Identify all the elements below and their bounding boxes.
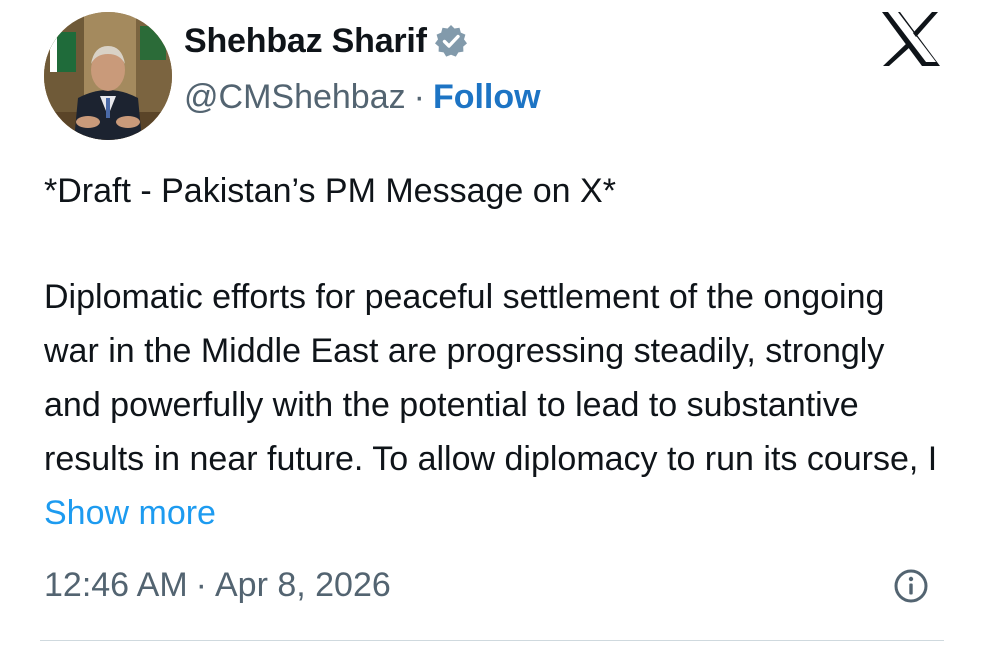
tweet-date: Apr 8, 2026 bbox=[214, 565, 391, 604]
author-name-row: Shehbaz Sharif bbox=[184, 18, 469, 64]
info-icon[interactable] bbox=[893, 568, 929, 604]
tweet-body-text: Diplomatic efforts for peaceful settleme… bbox=[44, 278, 938, 478]
tweet-card: Shehbaz Sharif @CMShehbaz · Follow *Draf… bbox=[0, 0, 998, 659]
author-handle-row: @CMShehbaz · Follow bbox=[184, 74, 541, 120]
show-more-link[interactable]: Show more bbox=[44, 494, 216, 532]
author-display-name[interactable]: Shehbaz Sharif bbox=[184, 22, 427, 61]
tweet-time: 12:46 AM bbox=[44, 565, 188, 604]
divider bbox=[40, 640, 944, 641]
x-logo-icon[interactable] bbox=[880, 10, 942, 68]
timestamp-separator: · bbox=[195, 565, 207, 604]
avatar[interactable] bbox=[44, 12, 172, 140]
tweet-draft-line: *Draft - Pakistan’s PM Message on X* bbox=[44, 172, 616, 210]
tweet-timestamp[interactable]: 12:46 AM · Apr 8, 2026 bbox=[44, 560, 391, 610]
handle-separator: · bbox=[413, 77, 425, 116]
author-handle[interactable]: @CMShehbaz bbox=[184, 78, 406, 117]
follow-button[interactable]: Follow bbox=[433, 78, 541, 117]
avatar-photo bbox=[44, 12, 172, 140]
tweet-body: Diplomatic efforts for peaceful settleme… bbox=[44, 270, 944, 540]
verified-badge-icon bbox=[433, 23, 469, 59]
